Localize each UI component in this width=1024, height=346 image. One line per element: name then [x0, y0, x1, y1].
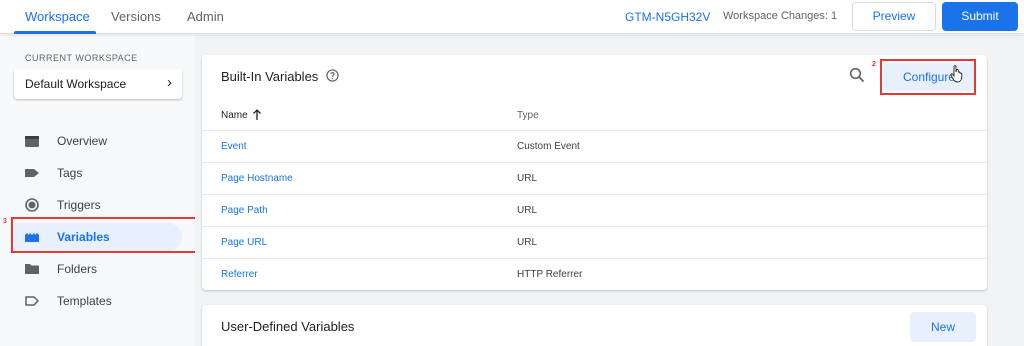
card-title: Built-In Variables [221, 69, 319, 84]
sidebar: CURRENT WORKSPACE Default Workspace › Ov… [0, 35, 195, 346]
variable-type: Custom Event [517, 141, 580, 152]
top-bar: Workspace Versions Admin GTM-N5GH32V Wor… [0, 0, 1024, 34]
column-header-name[interactable]: Name [221, 110, 248, 121]
new-variable-button[interactable]: New [910, 312, 976, 342]
tab-admin[interactable]: Admin [187, 9, 224, 24]
hand-cursor-icon [950, 65, 963, 83]
chevron-right-icon: › [167, 74, 172, 91]
sidebar-item-label: Tags [57, 166, 83, 180]
step-number-configure: 2 [872, 61, 876, 68]
tab-workspace[interactable]: Workspace [25, 9, 90, 24]
preview-button[interactable]: Preview [852, 2, 936, 31]
trigger-icon [25, 198, 39, 212]
user-defined-variables-card: User-Defined Variables New [202, 305, 987, 346]
built-in-variables-card: Built-In Variables Configure Name Type E… [202, 55, 987, 290]
workspace-selector[interactable]: Default Workspace › [14, 69, 182, 99]
variables-highlight-box [11, 217, 198, 253]
current-workspace-label: CURRENT WORKSPACE [25, 53, 138, 63]
table-row: Page URL URL [202, 226, 987, 258]
sidebar-item-templates[interactable]: Templates [14, 287, 182, 315]
variable-name-link[interactable]: Page Path [221, 205, 268, 216]
overview-icon [25, 136, 39, 147]
sidebar-item-tags[interactable]: Tags [14, 159, 182, 187]
search-icon[interactable] [849, 67, 865, 83]
tag-icon [25, 169, 39, 177]
sidebar-item-overview[interactable]: Overview [14, 127, 182, 155]
sidebar-item-triggers[interactable]: Triggers [14, 191, 182, 219]
variable-type: HTTP Referrer [517, 269, 583, 280]
variable-type: URL [517, 237, 538, 248]
sidebar-item-label: Overview [57, 134, 108, 148]
sidebar-item-label: Folders [57, 262, 98, 276]
folder-icon [25, 264, 39, 274]
workspace-name: Default Workspace [25, 77, 127, 91]
step-number-variables: 3 [3, 218, 7, 225]
variable-type: URL [517, 173, 538, 184]
sidebar-item-folders[interactable]: Folders [14, 255, 182, 283]
workspace-changes-count: Workspace Changes: 1 [723, 10, 838, 22]
column-header-type: Type [517, 110, 539, 121]
variable-name-link[interactable]: Page Hostname [221, 173, 293, 184]
table-row: Event Custom Event [202, 130, 987, 162]
table-row: Referrer HTTP Referrer [202, 258, 987, 290]
help-icon[interactable] [326, 69, 339, 82]
active-tab-indicator [14, 31, 96, 34]
variable-name-link[interactable]: Page URL [221, 237, 267, 248]
template-icon [25, 296, 39, 306]
tab-versions[interactable]: Versions [111, 9, 161, 24]
variable-name-link[interactable]: Referrer [221, 269, 258, 280]
card-title: User-Defined Variables [221, 319, 355, 334]
variable-type: URL [517, 205, 538, 216]
submit-button[interactable]: Submit [942, 2, 1018, 31]
sidebar-item-label: Templates [57, 294, 112, 308]
table-row: Page Hostname URL [202, 162, 987, 194]
table-row: Page Path URL [202, 194, 987, 226]
sidebar-item-label: Triggers [57, 198, 101, 212]
sort-ascending-icon[interactable] [252, 109, 262, 121]
container-id-link[interactable]: GTM-N5GH32V [625, 10, 710, 24]
variable-name-link[interactable]: Event [221, 141, 247, 152]
